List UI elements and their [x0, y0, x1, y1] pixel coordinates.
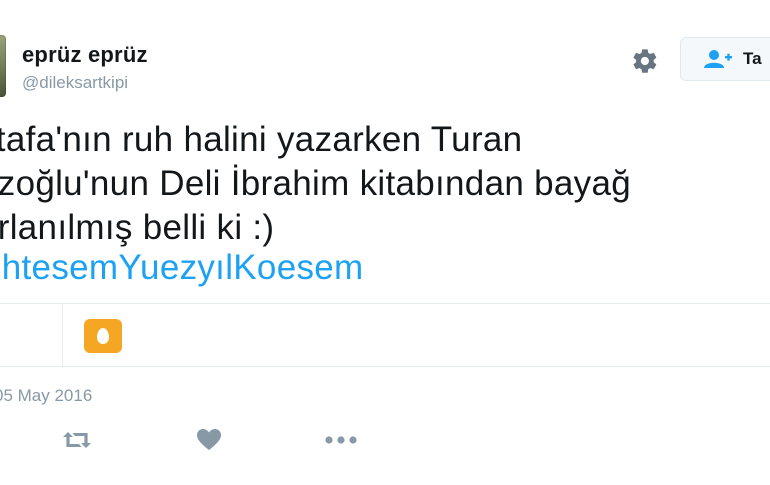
retweet-icon [63, 432, 91, 448]
hashtag-link[interactable]: uhtesemYuezyılKoesem [0, 248, 363, 288]
add-user-icon [704, 50, 732, 68]
retweet-button[interactable] [60, 425, 94, 455]
display-name[interactable]: eprüz eprüz [22, 42, 148, 68]
settings-button[interactable] [628, 44, 662, 78]
follow-button[interactable]: Ta [680, 37, 770, 81]
tweet-timestamp[interactable]: 05 May 2016 [0, 386, 92, 406]
egg-card-icon [97, 328, 109, 344]
username[interactable]: @dileksartkipi [22, 73, 128, 93]
follow-label: Ta [743, 49, 762, 68]
divider [62, 304, 63, 366]
media-card-row [0, 303, 770, 367]
heart-icon [197, 429, 221, 450]
card-icon[interactable] [84, 319, 122, 353]
more-button[interactable] [324, 425, 358, 455]
gear-icon [633, 49, 657, 73]
avatar[interactable] [0, 35, 6, 97]
like-button[interactable] [192, 425, 226, 455]
more-icon [325, 436, 357, 444]
tweet-text: stafa'nın ruh halini yazarken Turan azoğ… [0, 120, 631, 247]
